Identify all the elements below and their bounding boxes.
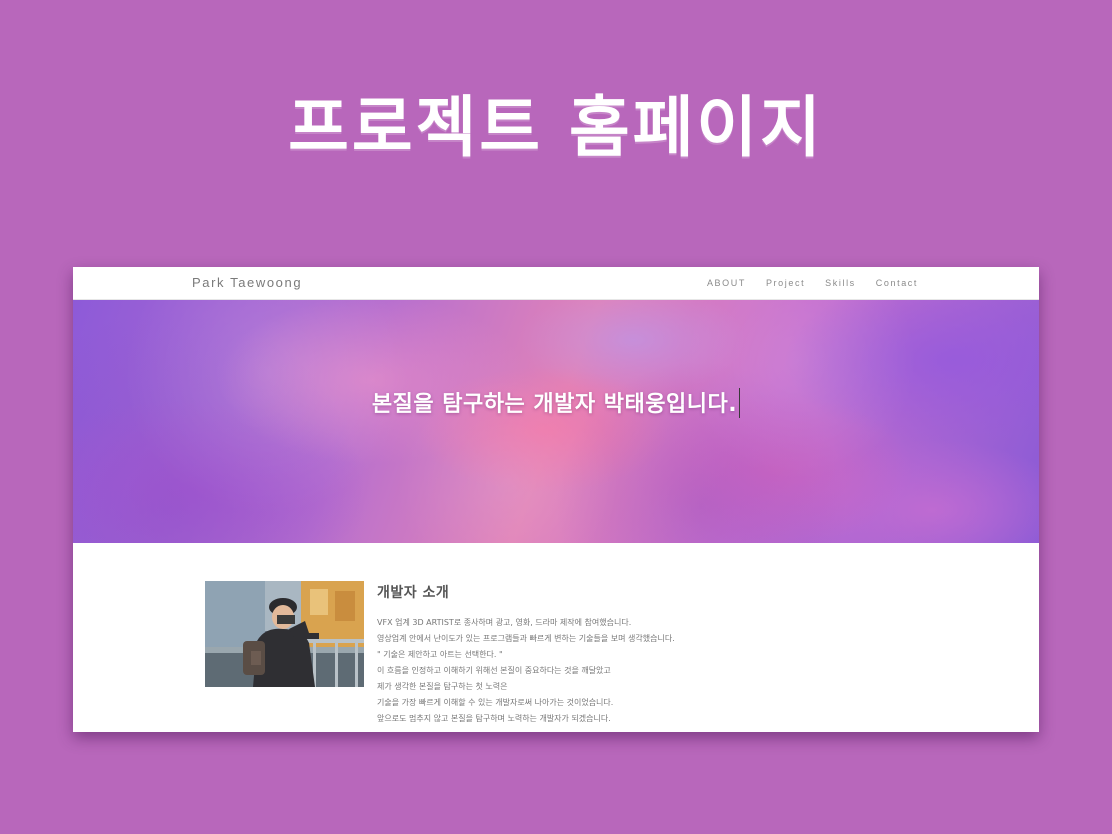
about-body: VFX 업계 3D ARTIST로 종사하며 광고, 영화, 드라마 제작에 참… [377,615,977,727]
hero-title-wrap: 본질을 탐구하는 개발자 박태웅입니다. [73,386,1039,418]
profile-photo [205,581,364,687]
about-line: " 기술은 제안하고 아트는 선택한다. " [377,650,503,659]
hero-banner: 본질을 탐구하는 개발자 박태웅입니다. [73,300,1039,543]
about-title: 개발자 소개 [377,585,450,601]
typing-cursor [739,388,741,418]
brand-logo[interactable]: Park Taewoong [192,275,302,290]
about-line: 제가 생각한 본질을 탐구하는 첫 노력은 [377,682,508,691]
nav-link-contact[interactable]: Contact [876,278,918,288]
about-section: 개발자 소개 VFX 업계 3D ARTIST로 종사하며 광고, 영화, 드라… [73,543,1039,732]
about-line: 기술을 가장 빠르게 이해할 수 있는 개발자로써 나아가는 것이었습니다. [377,698,614,707]
nav-links: ABOUT Project Skills Contact [707,278,918,288]
hero-title: 본질을 탐구하는 개발자 박태웅입니다. [371,392,738,417]
about-line: 이 흐름을 인정하고 이해하기 위해선 본질이 중요하다는 것을 깨달았고 [377,666,611,675]
promo-headline: 프로젝트 홈페이지 [288,89,824,166]
nav-link-skills[interactable]: Skills [825,278,856,288]
nav-link-about[interactable]: ABOUT [707,278,746,288]
profile-photo-image [205,581,364,687]
about-line: 영상업계 안에서 난이도가 있는 프로그램들과 빠르게 변하는 기술들을 보며 … [377,634,675,643]
website-preview: Park Taewoong ABOUT Project Skills Conta… [73,267,1039,732]
about-line: 앞으로도 멈추지 않고 본질을 탐구하며 노력하는 개발자가 되겠습니다. [377,714,611,723]
about-line: VFX 업계 3D ARTIST로 종사하며 광고, 영화, 드라마 제작에 참… [377,618,632,627]
nav-link-project[interactable]: Project [766,278,805,288]
navbar: Park Taewoong ABOUT Project Skills Conta… [73,267,1039,300]
